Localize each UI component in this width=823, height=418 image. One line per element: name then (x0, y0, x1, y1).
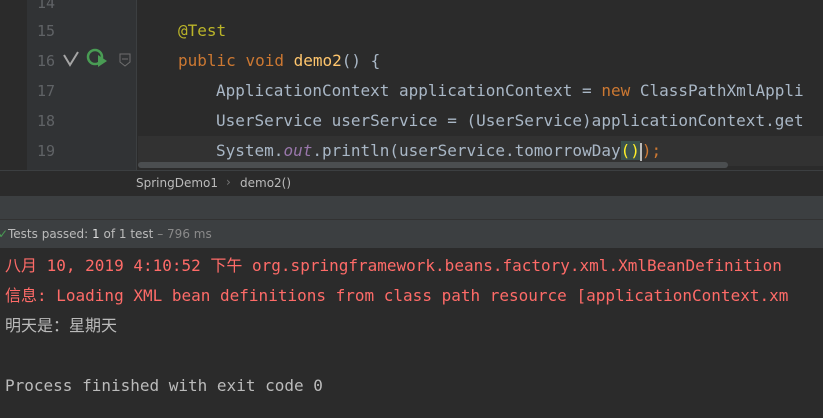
line-number: 16 (36, 52, 55, 70)
line-number: 17 (36, 82, 55, 100)
line-number: 18 (36, 112, 55, 130)
code-line-16: public void demo2() { (178, 51, 381, 70)
tests-passed-check-icon: ✓ (0, 227, 9, 241)
line-number: 15 (36, 22, 55, 40)
annotation-token: @Test (178, 21, 227, 40)
fold-icon[interactable] (118, 53, 132, 67)
run-toolbar (0, 196, 823, 219)
code-line-17: ApplicationContext applicationContext = … (216, 81, 804, 100)
tests-status-text: Tests passed: 1 of 1 test – 796 ms (8, 227, 212, 241)
breadcrumb-method[interactable]: demo2() (240, 176, 291, 190)
static-field-out: out (283, 141, 313, 160)
console-line: 明天是：星期天 (5, 316, 118, 335)
breadcrumb-separator-icon: › (226, 175, 231, 189)
gutter-separator (136, 0, 137, 170)
method-name: demo2 (293, 51, 342, 70)
console-line: 信息: Loading XML bean definitions from cl… (5, 286, 789, 305)
console-output[interactable]: 八月 10, 2019 4:10:52 下午 org.springframewo… (0, 248, 823, 418)
test-status-bar: ✓ Tests passed: 1 of 1 test – 796 ms (0, 219, 823, 249)
rerun-icon[interactable] (85, 46, 109, 70)
console-line: 八月 10, 2019 4:10:52 下午 org.springframewo… (5, 256, 782, 275)
breadcrumb: SpringDemo1 › demo2() (0, 170, 823, 196)
code-editor[interactable]: 14 15 16 17 18 19 @Test public void demo… (0, 0, 823, 170)
line-number: 19 (36, 142, 55, 160)
console-line: Process finished with exit code 0 (5, 376, 323, 395)
horizontal-scrollbar-thumb[interactable] (138, 162, 728, 168)
code-line-15: @Test (138, 16, 823, 46)
code-line-18: UserService userService = (UserService)a… (216, 111, 804, 130)
breadcrumb-class[interactable]: SpringDemo1 (136, 176, 218, 190)
matched-parentheses: () (620, 141, 640, 160)
run-test-check-icon[interactable] (62, 50, 80, 68)
